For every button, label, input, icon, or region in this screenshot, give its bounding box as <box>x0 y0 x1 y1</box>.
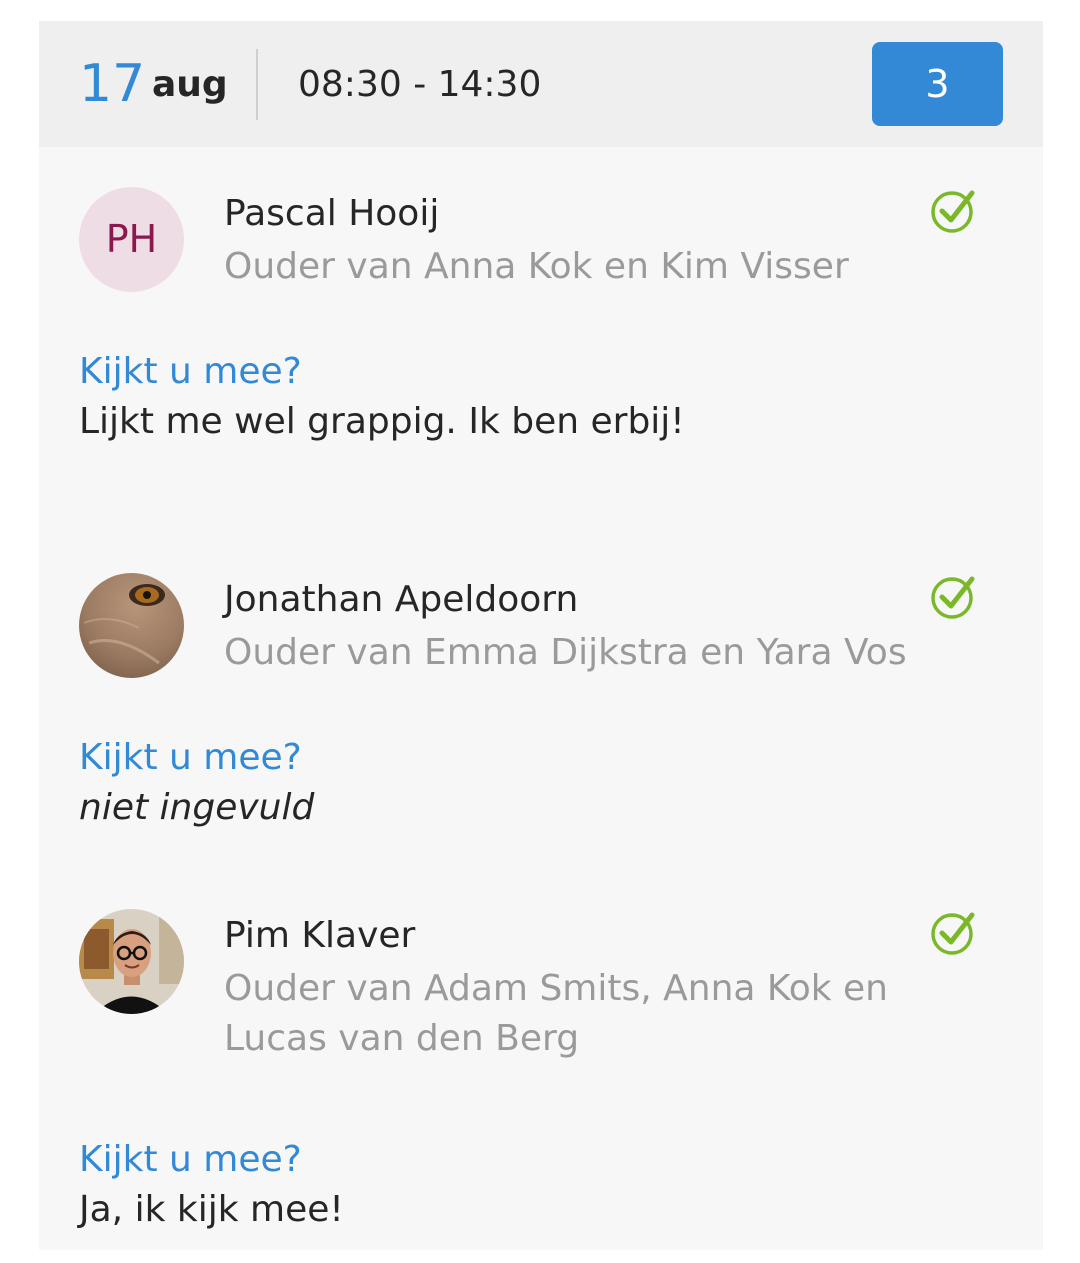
event-header: 17 aug 08:30 - 14:30 3 <box>39 21 1043 147</box>
question-label: Kijkt u mee? <box>79 737 302 778</box>
participant-entry: Jonathan Apeldoorn Ouder van Emma Dijkst… <box>39 573 1043 833</box>
check-circle-icon <box>931 912 975 955</box>
participant-name[interactable]: Pim Klaver <box>224 914 415 958</box>
person-photo-image <box>79 909 184 1014</box>
eye-photo-image <box>79 573 184 678</box>
answer-text: Ja, ik kijk mee! <box>79 1189 344 1230</box>
event-month: aug <box>152 64 228 105</box>
header-divider <box>256 49 258 120</box>
participant-subtitle: Ouder van Adam Smits, Anna Kok en Lucas … <box>224 968 888 1059</box>
participant-entry: Pim Klaver Ouder van Adam Smits, Anna Ko… <box>39 909 1043 1230</box>
event-card: 17 aug 08:30 - 14:30 3 PH Pascal Hooij O… <box>39 21 1043 1250</box>
event-day: 17 <box>79 54 146 114</box>
participant-name[interactable]: Jonathan Apeldoorn <box>224 578 578 622</box>
avatar <box>79 573 184 678</box>
avatar <box>79 909 184 1014</box>
avatar: PH <box>79 187 184 292</box>
question-label: Kijkt u mee? <box>79 1139 302 1180</box>
question-label: Kijkt u mee? <box>79 351 302 392</box>
check-circle-icon <box>931 190 975 233</box>
participant-name[interactable]: Pascal Hooij <box>224 192 439 236</box>
answer-text: niet ingevuld <box>79 787 315 828</box>
participant-subtitle: Ouder van Emma Dijkstra en Yara Vos <box>224 632 907 673</box>
event-time: 08:30 - 14:30 <box>298 64 542 105</box>
participant-subtitle: Ouder van Anna Kok en Kim Visser <box>224 246 849 287</box>
answer-text: Lijkt me wel grappig. Ik ben erbij! <box>79 401 685 442</box>
participant-entry: PH Pascal Hooij Ouder van Anna Kok en Ki… <box>39 187 1043 487</box>
participant-count-button[interactable]: 3 <box>872 42 1003 126</box>
check-circle-icon <box>931 576 975 619</box>
